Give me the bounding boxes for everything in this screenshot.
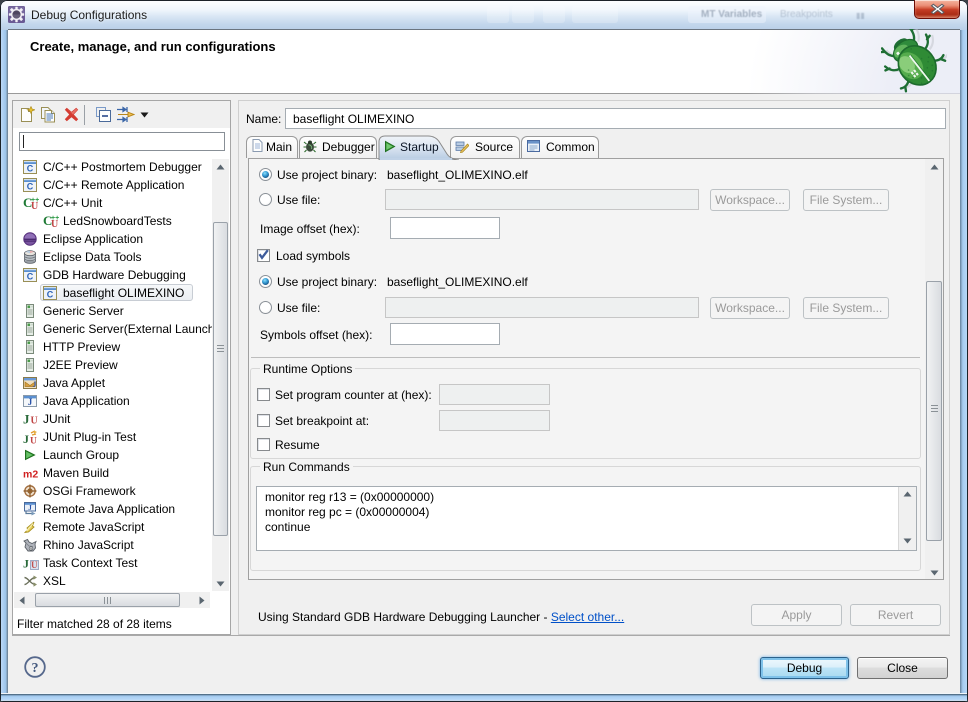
svg-text:++: ++ <box>31 197 39 204</box>
svg-text:++: ++ <box>51 215 59 222</box>
svg-text:m2: m2 <box>23 469 38 481</box>
svg-text:U: U <box>31 416 38 427</box>
svg-text:J: J <box>33 380 37 389</box>
svg-text:J: J <box>23 432 29 444</box>
svg-text:9: 9 <box>30 547 32 551</box>
svg-text:J: J <box>23 412 30 426</box>
svg-text:C: C <box>47 290 54 300</box>
svg-text:U: U <box>30 437 37 445</box>
svg-text:C: C <box>27 272 34 282</box>
svg-text:J: J <box>23 557 29 571</box>
svg-text:J: J <box>28 504 32 512</box>
svg-text:U: U <box>31 560 38 570</box>
svg-text:C: C <box>27 182 34 192</box>
svg-text:J: J <box>28 397 33 407</box>
svg-text:?: ? <box>32 661 39 676</box>
svg-text:C: C <box>27 164 34 174</box>
